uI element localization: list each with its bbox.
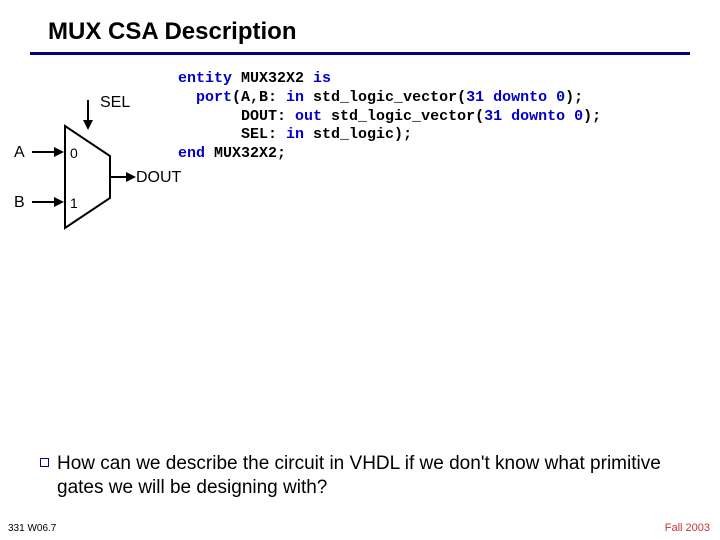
page-title: MUX CSA Description xyxy=(48,18,720,46)
mux-input-0: 0 xyxy=(70,145,78,161)
vhdl-code: entity MUX32X2 is port(A,B: in std_logic… xyxy=(178,70,601,164)
mux-svg: 0 1 xyxy=(10,66,180,246)
b-label: B xyxy=(14,194,25,212)
sel-label: SEL xyxy=(100,94,130,112)
footer-right: Fall 2003 xyxy=(665,522,710,534)
bullet-icon xyxy=(40,458,49,467)
title-underline xyxy=(30,52,690,55)
dout-label: DOUT xyxy=(136,169,181,187)
question-row: How can we describe the circuit in VHDL … xyxy=(40,452,680,500)
question-text: How can we describe the circuit in VHDL … xyxy=(57,452,680,500)
a-label: A xyxy=(14,144,25,162)
mux-diagram: 0 1 SEL A B DOUT xyxy=(10,66,180,246)
footer-left: 331 W06.7 xyxy=(8,523,56,534)
mux-input-1: 1 xyxy=(70,195,78,211)
title-area: MUX CSA Description xyxy=(0,0,720,55)
